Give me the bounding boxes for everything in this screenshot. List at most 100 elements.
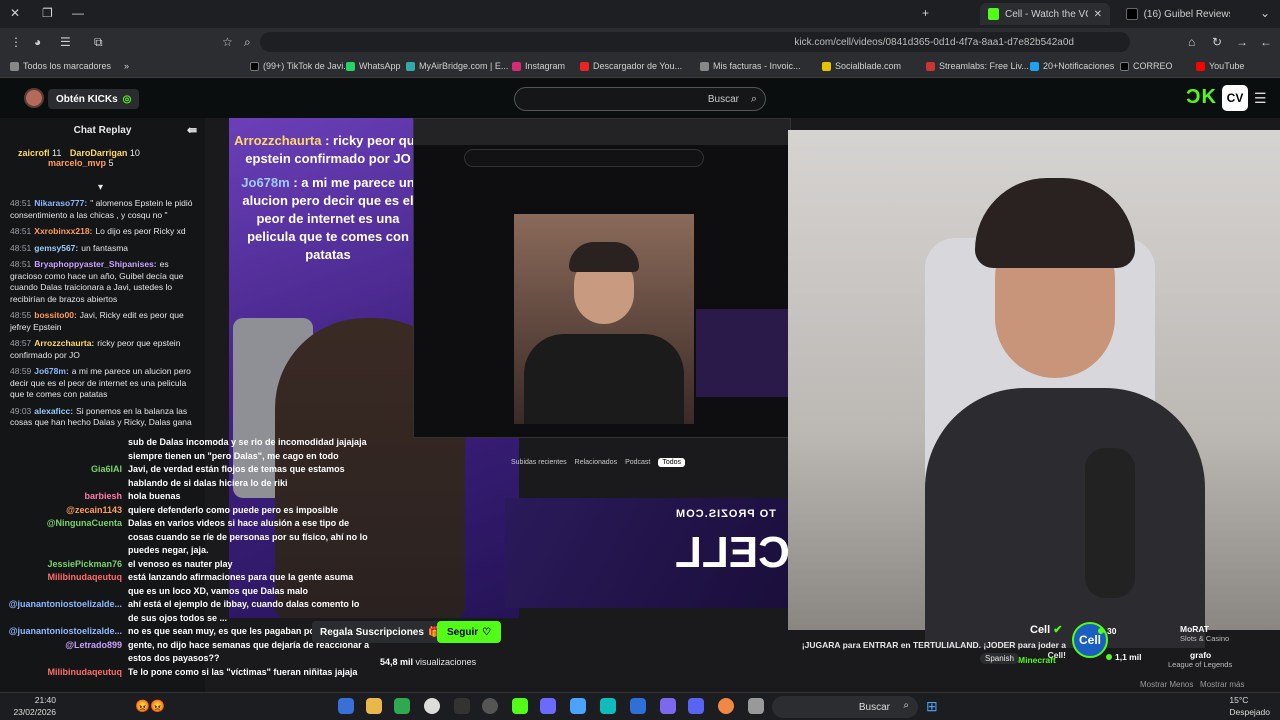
- chrome-icon[interactable]: [718, 698, 734, 714]
- chat-timestamp: 48:51: [10, 259, 32, 269]
- tab-cell-vod[interactable]: Cell - Watch the VOD on K ✕: [980, 3, 1110, 25]
- puzzle-icon[interactable]: ⧉: [94, 35, 103, 50]
- maximize-window-icon[interactable]: ❐: [42, 6, 53, 20]
- follow-button[interactable]: Seguir ♡: [437, 621, 502, 643]
- url-field[interactable]: kick.com/cell/videos/0841d365-0d1d-4f7a-…: [260, 32, 1130, 52]
- bookmark-myairbridge[interactable]: MyAirBridge.com | E...: [406, 61, 508, 71]
- overlay-chat-username[interactable]: barbiesh: [0, 490, 128, 504]
- weather-widget[interactable]: 15°C Despejado: [1229, 694, 1270, 718]
- windows-start-icon[interactable]: ⊞: [926, 698, 938, 715]
- stream-language-tag[interactable]: Spanish: [980, 653, 1019, 664]
- app-icon[interactable]: [748, 698, 764, 714]
- show-more-row[interactable]: Mostrar Menos Mostrar más: [1140, 680, 1244, 689]
- edge-icon[interactable]: [600, 698, 616, 714]
- obs-icon[interactable]: [424, 698, 440, 714]
- bookmark-youtube-downloader[interactable]: Descargador de You...: [580, 61, 682, 71]
- app-icon[interactable]: [540, 698, 556, 714]
- overlay-chat-text: puedes negar, jaja.: [128, 545, 209, 555]
- get-kicks-button[interactable]: Obtén KICKs ◎: [48, 89, 140, 109]
- bookmark-socialblade[interactable]: Socialblade.com: [822, 61, 901, 71]
- bookmark-tiktok[interactable]: (99+) TikTok de Javi...: [250, 61, 351, 71]
- chat-collapse-icon[interactable]: ⇚: [187, 123, 197, 137]
- overlay-chat-username[interactable]: Milibinudaqeutuq: [0, 666, 128, 680]
- overlay-chat-username[interactable]: @NingunaCuenta: [0, 517, 128, 531]
- extensions-icon[interactable]: ☰: [60, 35, 71, 49]
- recommended-channel[interactable]: MoRAT Slots & Casino 30: [1098, 624, 1229, 643]
- overlay-chat-username[interactable]: @Letrado899: [0, 639, 128, 653]
- gifter-item[interactable]: marcelo_mvp 5: [48, 158, 114, 168]
- minimize-window-icon[interactable]: —: [72, 6, 84, 20]
- bookmark-whatsapp[interactable]: WhatsApp: [346, 61, 401, 71]
- overlay-chat-username[interactable]: JessiePickman76: [0, 558, 128, 572]
- taskbar-search[interactable]: Buscar ⌕: [772, 696, 918, 718]
- mail-app-icon[interactable]: [630, 698, 646, 714]
- chat-username[interactable]: Xxrobinxx218:: [34, 226, 92, 236]
- overlay-chat-text: quiere defenderlo como puede pero es imp…: [128, 504, 339, 515]
- teams-icon[interactable]: [660, 698, 676, 714]
- bookmarks-more-icon[interactable]: »: [124, 61, 129, 71]
- bookmark-correo[interactable]: CORREO: [1120, 61, 1173, 71]
- forward-icon[interactable]: →: [1236, 35, 1248, 49]
- hair-shape: [569, 242, 639, 272]
- overlay-chat-username[interactable]: @juanantoniostoelizalde...: [0, 598, 128, 612]
- chat-username[interactable]: bossito00:: [34, 310, 77, 320]
- chat-username[interactable]: Arrozzchaurta:: [34, 338, 94, 348]
- app-icon[interactable]: [570, 698, 586, 714]
- overlay-chat-username[interactable]: Gia6lAl: [0, 463, 128, 477]
- clock[interactable]: 21:40 23/02/2026: [6, 694, 56, 718]
- live-viewers: 30: [1098, 626, 1116, 636]
- overlay-chat: Arrozzchaurta : ricky peor que epstein c…: [234, 133, 422, 262]
- stream-category[interactable]: Minecraft: [1018, 655, 1056, 665]
- chat-username[interactable]: gemsy567:: [34, 243, 78, 253]
- discord-icon[interactable]: [688, 698, 704, 714]
- chat-username[interactable]: Bryaphoppyaster_Shipanises:: [34, 259, 156, 269]
- overlay-chat-line: puedes negar, jaja.: [0, 544, 380, 558]
- bookmark-instagram[interactable]: Instagram: [512, 61, 565, 71]
- bookmark-all[interactable]: Todos los marcadores: [10, 61, 111, 71]
- bookmark-notifications[interactable]: 20+Notificaciones: [1030, 61, 1114, 71]
- browser-tabbar: (16) Guibel Reviews en X: "No Cell - Wat…: [0, 0, 1280, 28]
- chat-username[interactable]: alexaficc:: [34, 406, 73, 416]
- app-icon[interactable]: [338, 698, 354, 714]
- app-icon[interactable]: [454, 698, 470, 714]
- home-icon[interactable]: ⌂: [1188, 35, 1195, 49]
- close-tab-icon[interactable]: ✕: [1094, 9, 1102, 20]
- overlay-chat-username[interactable]: @zecain1143: [0, 504, 128, 518]
- zoom-icon[interactable]: ⌕: [244, 35, 251, 50]
- profile-icon[interactable]: ◕: [34, 35, 41, 49]
- expand-gifters-icon[interactable]: ▾: [98, 182, 103, 193]
- back-icon[interactable]: ←: [1260, 35, 1272, 49]
- recommended-channel[interactable]: grafo League of Legends 1,1 mil: [1106, 650, 1232, 669]
- hamburger-menu-icon[interactable]: ☰: [1254, 90, 1267, 107]
- settings-icon[interactable]: [482, 698, 498, 714]
- channel-name[interactable]: Cell ✔: [1030, 623, 1062, 636]
- bookmarks-bar: Todos los marcadores » (99+) TikTok de J…: [0, 56, 1280, 78]
- overlay-chat-text: Javi, de verdad están flojos de temas qu…: [128, 464, 345, 474]
- bookmark-star-icon[interactable]: ☆: [222, 35, 233, 49]
- tab-search-icon[interactable]: ⌄: [1260, 6, 1270, 20]
- file-explorer-icon[interactable]: [366, 698, 382, 714]
- gifter-item[interactable]: DaroDarrigan 10: [70, 148, 140, 158]
- bookmark-invoices[interactable]: Mis facturas - Invoic...: [700, 61, 801, 71]
- user-avatar[interactable]: [24, 88, 44, 108]
- overlay-chat-username[interactable]: @juanantoniostoelizalde...: [0, 625, 128, 639]
- chat-username[interactable]: Nikaraso777:: [34, 198, 87, 208]
- overlay-chat-username[interactable]: Milibinudaqeutuq: [0, 571, 128, 585]
- bookmark-youtube[interactable]: YouTube: [1196, 61, 1244, 71]
- xbox-icon[interactable]: [394, 698, 410, 714]
- new-tab-icon[interactable]: +: [922, 6, 929, 20]
- search-input[interactable]: Buscar ⌕: [514, 87, 766, 111]
- tab-guibel[interactable]: (16) Guibel Reviews en X: "No: [1118, 3, 1238, 25]
- browser-menu-icon[interactable]: ⋮: [10, 35, 22, 49]
- microphone-shape: [1085, 448, 1135, 598]
- reload-icon[interactable]: ↻: [1212, 35, 1222, 49]
- gifter-item[interactable]: zaicrofl 11: [18, 148, 61, 158]
- overlay-chat-line: siempre tienen un "pero Dalas", me cago …: [0, 450, 380, 464]
- kick-app-icon[interactable]: [512, 698, 528, 714]
- close-window-icon[interactable]: ✕: [10, 6, 20, 20]
- cv-badge[interactable]: CV: [1222, 85, 1248, 111]
- bookmark-streamlabs[interactable]: Streamlabs: Free Liv...: [926, 61, 1029, 71]
- gift-subscriptions-button[interactable]: Regala Suscripciones 🎁: [312, 621, 449, 643]
- chat-messages: 48:51 Nikaraso777: " alomenos Epstein le p…: [10, 198, 200, 434]
- chat-username[interactable]: Jo678m:: [34, 366, 69, 376]
